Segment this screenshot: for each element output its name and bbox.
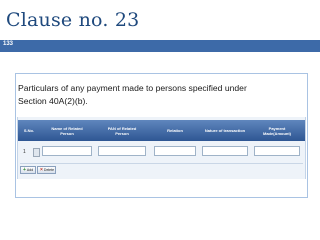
related-party-form: S.No. Name of Related Person PAN of Rela… <box>17 117 306 179</box>
header-text: Person <box>115 130 129 136</box>
header-text: Made(Amount) <box>263 130 291 136</box>
description-line: Particulars of any payment made to perso… <box>18 83 247 93</box>
row-select-checkbox[interactable] <box>33 148 40 157</box>
nature-of-transaction-input[interactable] <box>202 146 248 156</box>
slide-number: 133 <box>3 41 14 47</box>
add-icon: + <box>23 167 26 173</box>
header-nature-of-transaction: Nature of transaction <box>204 128 246 133</box>
header-text: Person <box>60 130 74 136</box>
add-row-button[interactable]: + Add <box>20 166 36 174</box>
header-payment-made: Payment Made(Amount) <box>252 120 302 141</box>
header-sno: S.No. <box>23 128 35 133</box>
header-name-related-person: Name of Related Person <box>40 120 94 141</box>
add-button-label: Add <box>26 168 34 172</box>
row-sno: 1 <box>23 149 26 155</box>
delete-button-label: Delete <box>43 168 55 172</box>
clause-description: Particulars of any payment made to perso… <box>18 82 308 108</box>
payment-made-amount-input[interactable] <box>254 146 300 156</box>
name-of-related-person-input[interactable] <box>42 146 92 156</box>
pan-of-related-person-input[interactable] <box>98 146 146 156</box>
slide-title: Clause no. 23 <box>6 9 140 31</box>
delete-row-button[interactable]: × Delete <box>37 166 56 174</box>
header-pan-related-person: PAN of Related Person <box>96 120 148 141</box>
delete-icon: × <box>40 167 43 173</box>
title-rule: 133 <box>0 40 320 52</box>
table-actions: + Add × Delete <box>20 163 303 174</box>
relation-input[interactable] <box>154 146 196 156</box>
table-header: S.No. Name of Related Person PAN of Rela… <box>18 120 305 141</box>
description-line: Section 40A(2)(b). <box>18 96 88 106</box>
header-relation: Relation <box>167 128 183 133</box>
